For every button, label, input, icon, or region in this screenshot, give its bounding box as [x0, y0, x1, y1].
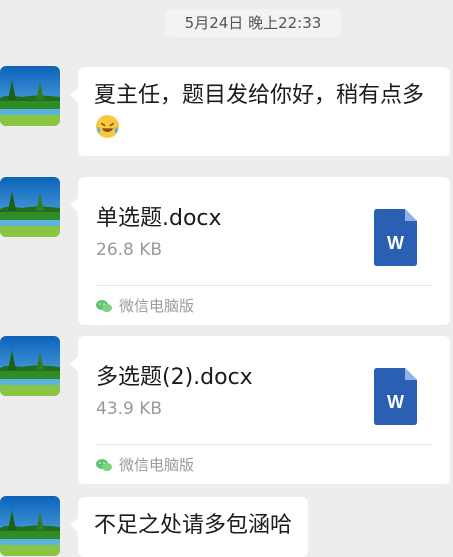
avatar[interactable]: [0, 177, 60, 237]
svg-text:W: W: [387, 392, 404, 412]
landscape-avatar-icon: [0, 496, 60, 556]
file-name: 多选题(2).docx: [96, 365, 253, 390]
landscape-avatar-icon: [0, 66, 60, 126]
source-label: 微信电脑版: [119, 455, 195, 474]
avatar[interactable]: [0, 66, 60, 126]
landscape-avatar-icon: [0, 177, 60, 237]
wechat-icon: [96, 458, 112, 471]
message-text: 夏主任，题目发给你好，稍有点多: [94, 83, 425, 108]
file-message-card[interactable]: 多选题(2).docx 43.9 KB W 微信电脑版: [70, 336, 450, 484]
file-message-card[interactable]: 单选题.docx 26.8 KB W 微信电脑版: [70, 177, 450, 325]
timestamp-divider: 5月24日 晚上22:33: [165, 9, 341, 37]
landscape-avatar-icon: [0, 336, 60, 396]
avatar[interactable]: [0, 336, 60, 396]
word-document-icon: W: [374, 368, 417, 425]
file-size: 43.9 KB: [96, 399, 163, 419]
file-name: 单选题.docx: [96, 206, 222, 231]
avatar[interactable]: [0, 496, 60, 556]
message-text-bubble[interactable]: 夏主任，题目发给你好，稍有点多: [70, 67, 450, 156]
message-text-bubble[interactable]: 不足之处请多包涵哈: [69, 497, 309, 557]
wechat-icon: [96, 299, 112, 312]
laughing-crying-emoji-icon: [95, 114, 120, 139]
message-text: 不足之处请多包涵哈: [94, 513, 293, 538]
word-document-icon: W: [374, 209, 417, 266]
file-source: 微信电脑版: [78, 286, 450, 325]
file-card-body[interactable]: 单选题.docx 26.8 KB W: [78, 177, 450, 285]
file-size: 26.8 KB: [96, 240, 163, 260]
svg-text:W: W: [387, 233, 404, 253]
file-card-body[interactable]: 多选题(2).docx 43.9 KB W: [78, 336, 450, 444]
source-label: 微信电脑版: [119, 296, 195, 315]
file-source: 微信电脑版: [78, 445, 450, 484]
